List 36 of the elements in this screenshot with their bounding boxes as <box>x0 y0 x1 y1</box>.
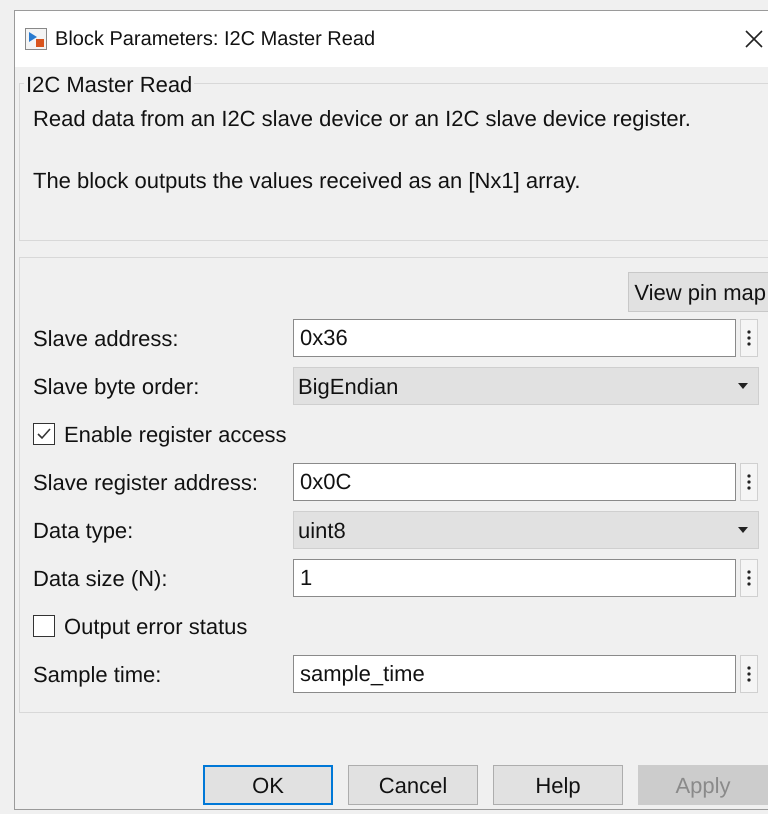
more-icon <box>747 330 751 346</box>
dialog-button[interactable]: Cancel <box>348 765 478 805</box>
checkbox-label: Output error status <box>64 612 248 641</box>
caret-icon <box>738 383 748 389</box>
dialog-button[interactable]: Help <box>493 765 623 805</box>
more-icon <box>747 666 751 682</box>
description-text: Read data from an I2C slave device or an I2C slave device register. <box>33 105 692 133</box>
dialog-button[interactable]: OK <box>203 765 333 805</box>
parameter-label: Slave byte order: <box>33 372 200 401</box>
parameter-label: Data type: <box>33 516 134 545</box>
more-icon <box>747 474 751 490</box>
more-options-button[interactable] <box>740 463 758 501</box>
window-title: Block Parameters: I2C Master Read <box>55 27 376 52</box>
caret-icon <box>738 527 748 533</box>
checkbox[interactable] <box>33 615 55 637</box>
parameter-label: Slave address: <box>33 324 180 352</box>
parameter-field[interactable]: sample_time <box>293 655 736 693</box>
check-icon <box>36 427 52 441</box>
parameter-dropdown[interactable]: BigEndian <box>293 367 759 405</box>
parameter-field[interactable]: 0x0C <box>293 463 736 501</box>
close-icon <box>745 30 763 48</box>
block-icon <box>25 28 47 50</box>
more-icon <box>747 570 751 586</box>
parameter-dropdown[interactable]: uint8 <box>293 511 759 549</box>
more-options-button[interactable] <box>740 319 758 357</box>
more-options-button[interactable] <box>740 655 758 693</box>
parameter-label: Sample time: <box>33 660 162 689</box>
checkbox[interactable] <box>33 423 55 445</box>
parameter-label: Data size (N): <box>33 564 168 592</box>
checkbox-label: Enable register access <box>64 420 287 449</box>
parameter-field[interactable]: 1 <box>293 559 736 597</box>
description-text: The block outputs the values received as an [Nx1] array. <box>33 167 582 195</box>
view-pin-map-button[interactable]: View pin map <box>628 272 768 312</box>
more-options-button[interactable] <box>740 559 758 597</box>
parameter-field[interactable]: 0x36 <box>293 319 736 357</box>
parameter-label: Slave register address: <box>33 468 259 497</box>
